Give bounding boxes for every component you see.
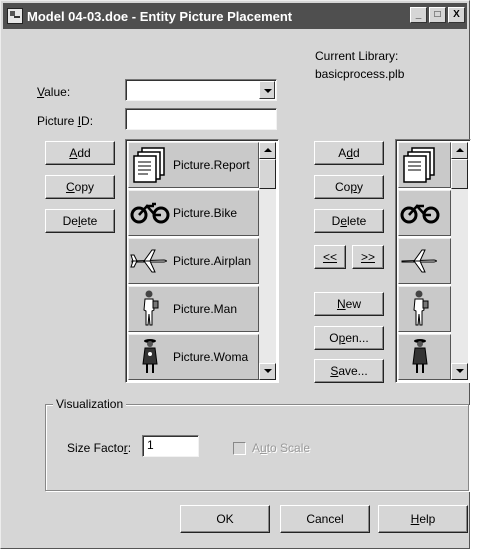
open-library-button[interactable]: Op en...	[314, 326, 384, 350]
scroll-down-button[interactable]	[259, 363, 276, 380]
woman-icon	[399, 337, 441, 377]
entity-picture-placement-dialog: Model 04-03.doe - Entity Picture Placeme…	[0, 0, 471, 549]
library-delete-button[interactable]: De lete	[314, 209, 384, 233]
list-item[interactable]: Picture.Report	[128, 142, 259, 188]
add-picture-button[interactable]: Add	[45, 141, 115, 165]
report-icon	[399, 145, 441, 185]
maximize-button[interactable]: □	[429, 7, 446, 23]
airplane-icon	[399, 241, 441, 281]
library-add-button[interactable]: Add	[314, 141, 384, 165]
list-item[interactable]: Picture.Bike	[128, 190, 259, 236]
auto-scale-checkbox[interactable]	[233, 442, 246, 455]
auto-scale-label: Auto Scale	[252, 441, 311, 455]
list-item[interactable]: Picture.Man	[128, 286, 259, 332]
ok-button[interactable]: OK	[180, 505, 270, 533]
window-controls: _ □ X	[410, 7, 465, 23]
list-item[interactable]	[398, 142, 451, 188]
move-left-button[interactable]: <<	[314, 245, 346, 269]
delete-picture-button[interactable]: De l ete	[45, 209, 115, 233]
library-copy-button[interactable]: Co p y	[314, 175, 384, 199]
minimize-button[interactable]: _	[410, 7, 427, 23]
current-library-heading: Current Library:	[315, 49, 399, 63]
current-library-name: basicprocess.plb	[315, 67, 405, 81]
app-icon	[7, 8, 23, 24]
help-button[interactable]: Help	[378, 505, 468, 533]
scroll-thumb[interactable]	[259, 159, 276, 189]
picture-id-label: Picture ID:	[37, 114, 94, 128]
new-library-button[interactable]: New	[314, 292, 384, 316]
model-picture-list[interactable]: Picture.Report Picture.Bike Picture.Airp…	[125, 139, 279, 383]
bike-icon	[129, 193, 171, 233]
value-combobox[interactable]	[125, 79, 277, 101]
list-item[interactable]: Picture.Woma	[128, 334, 259, 380]
report-icon	[129, 145, 171, 185]
cancel-button[interactable]: Cancel	[280, 505, 370, 533]
chevron-down-icon[interactable]	[259, 81, 275, 99]
close-button[interactable]: X	[448, 7, 465, 23]
size-factor-label: Size Factor:	[67, 441, 132, 455]
move-right-button[interactable]: >>	[352, 245, 384, 269]
visualization-title: Visualization	[53, 397, 127, 411]
airplane-icon	[129, 241, 171, 281]
bike-icon	[399, 193, 441, 233]
library-picture-list[interactable]	[395, 139, 471, 383]
list-item[interactable]	[398, 190, 451, 236]
man-icon	[399, 289, 441, 329]
title-bar: Model 04-03.doe - Entity Picture Placeme…	[3, 3, 467, 29]
save-library-button[interactable]: Save...	[314, 359, 384, 383]
list-item[interactable]	[398, 286, 451, 332]
copy-picture-button[interactable]: Copy	[45, 175, 115, 199]
window-title: Model 04-03.doe - Entity Picture Placeme…	[27, 8, 293, 24]
model-list-scrollbar[interactable]	[259, 142, 276, 380]
value-label: Value:	[37, 85, 71, 99]
woman-icon	[129, 337, 171, 377]
scroll-up-button[interactable]	[259, 142, 276, 159]
scroll-up-button[interactable]	[451, 142, 468, 159]
picture-id-input[interactable]	[125, 108, 277, 130]
list-item[interactable]: Picture.Airplan	[128, 238, 259, 284]
list-item[interactable]	[398, 238, 451, 284]
size-factor-input[interactable]: 1	[142, 435, 199, 457]
library-list-scrollbar[interactable]	[451, 142, 468, 380]
man-icon	[129, 289, 171, 329]
scroll-thumb[interactable]	[451, 159, 468, 189]
list-item[interactable]	[398, 334, 451, 380]
scroll-down-button[interactable]	[451, 363, 468, 380]
